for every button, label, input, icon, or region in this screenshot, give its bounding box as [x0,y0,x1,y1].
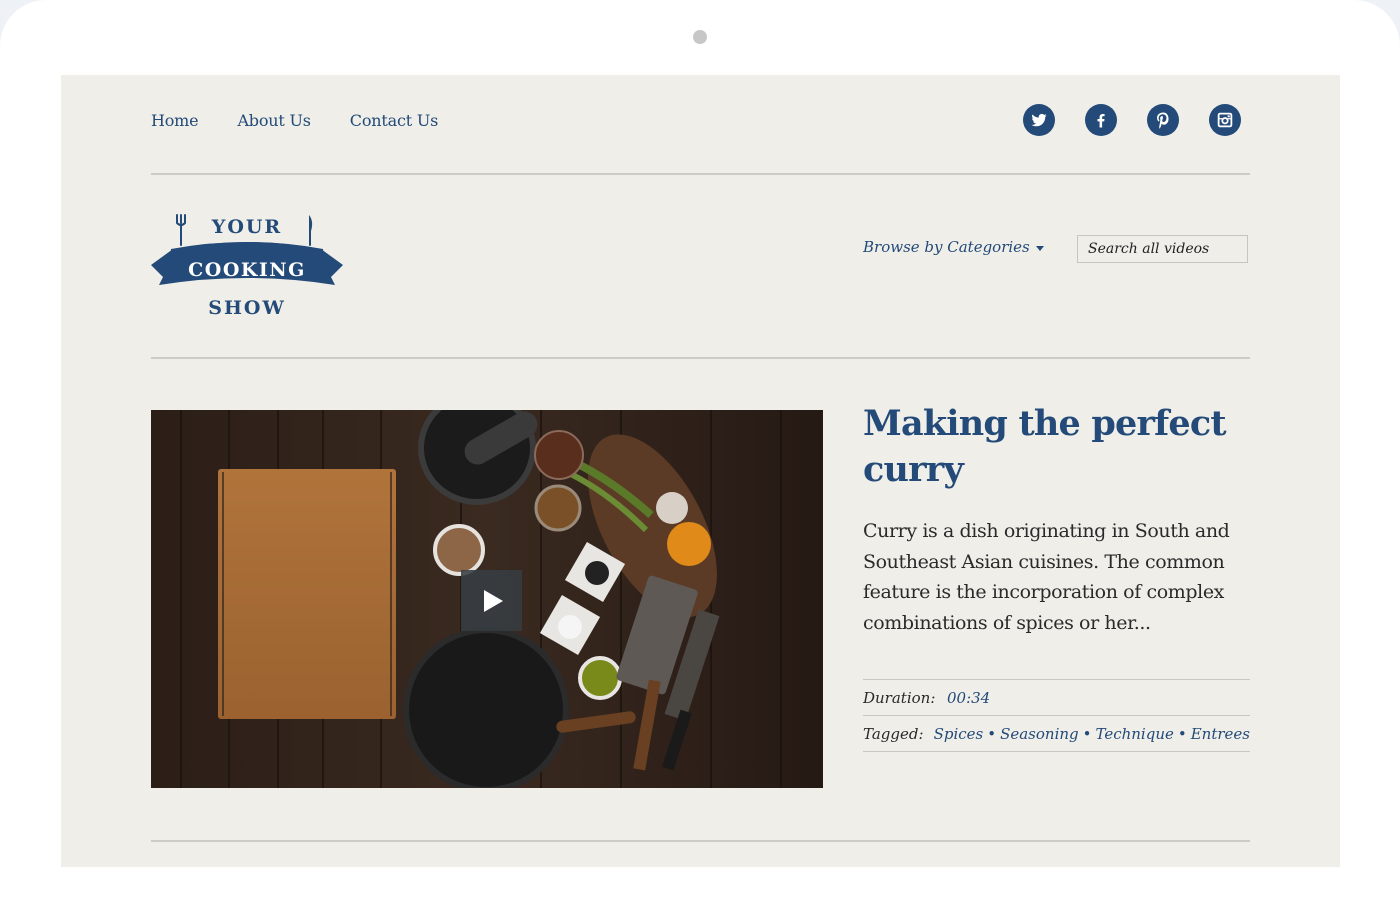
tag-separator: • [987,724,997,743]
cutting-board [218,469,396,719]
video-title[interactable]: Making the perfect curry [863,401,1251,493]
device-frame: Home About Us Contact Us YOUR COOKING SH… [0,0,1400,900]
logo-divider [151,357,1250,359]
tag-link[interactable]: Entrees [1191,725,1250,743]
instagram-icon [1217,112,1233,128]
knife-icon [309,215,313,246]
video-description: Curry is a dish originating in South and… [863,520,1230,634]
browse-categories-dropdown[interactable]: Browse by Categories [863,238,1044,256]
tagged-label: Tagged: [863,724,924,743]
tag-separator: • [1082,724,1092,743]
section-divider [151,840,1250,842]
your-cooking-show-logo[interactable]: YOUR COOKING SHOW [151,213,343,321]
instagram-link[interactable] [1209,104,1241,136]
featured-article: Making the perfect curry Curry is a dish… [863,401,1251,638]
camera-dot [693,30,707,44]
twitter-icon [1031,113,1047,127]
featured-video-player[interactable] [151,410,823,788]
play-icon [484,589,503,612]
browse-categories-label: Browse by Categories [863,238,1030,256]
nav-home[interactable]: Home [151,111,199,130]
logo-line1: YOUR [211,216,282,238]
orange [667,522,711,566]
top-navigation: Home About Us Contact Us [151,111,477,130]
cast-iron-pan [403,627,569,788]
duration-row: Duration: 00:34 [863,679,1250,715]
tag-link[interactable]: Seasoning [1000,725,1079,743]
nav-about-us[interactable]: About Us [237,111,311,130]
tags-row: Tagged: Spices • Seasoning • Technique • Entre… [863,715,1250,752]
search-videos-input[interactable] [1077,235,1248,263]
pinterest-icon [1157,112,1169,129]
pinterest-link[interactable] [1147,104,1179,136]
website-screen: Home About Us Contact Us YOUR COOKING SH… [61,75,1340,867]
social-links [993,104,1241,136]
nav-contact-us[interactable]: Contact Us [350,111,439,130]
logo-line3: SHOW [208,297,286,319]
facebook-icon [1097,114,1105,128]
duration-value: 00:34 [947,688,991,707]
facebook-link[interactable] [1085,104,1117,136]
tag-list: Spices • Seasoning • Technique • Entrees [934,725,1250,743]
logo-line2: COOKING [188,259,306,281]
fork-icon [176,214,186,246]
header-divider [151,173,1250,175]
play-button[interactable] [461,570,522,631]
tag-link[interactable]: Technique [1095,725,1173,743]
tag-separator: • [1177,724,1187,743]
twitter-link[interactable] [1023,104,1055,136]
tag-link[interactable]: Spices [934,725,984,743]
duration-label: Duration: [863,688,936,707]
caret-down-icon [1035,245,1044,251]
video-meta: Duration: 00:34 Tagged: Spices • Seasoning… [863,679,1250,752]
